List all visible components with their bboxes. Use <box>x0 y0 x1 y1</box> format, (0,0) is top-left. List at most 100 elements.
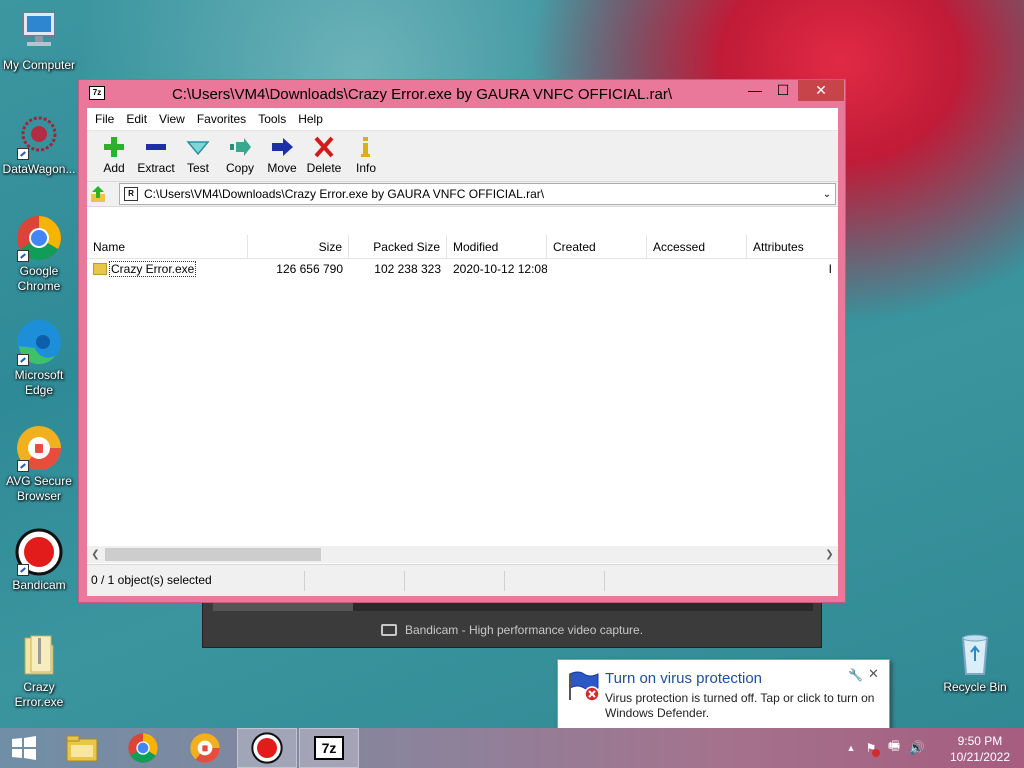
taskbar-file-explorer[interactable] <box>52 728 112 768</box>
address-bar[interactable]: R C:\Users\VM4\Downloads\Crazy Error.exe… <box>119 183 836 205</box>
cell-attributes: I <box>828 262 832 276</box>
cell-name[interactable]: Crazy Error.exe <box>87 261 248 277</box>
desktop-icon-recycle-bin[interactable]: Recycle Bin <box>937 630 1013 695</box>
add-button[interactable]: Add <box>93 131 135 175</box>
test-icon <box>186 136 210 158</box>
taskbar-chrome[interactable] <box>113 728 173 768</box>
address-row: R C:\Users\VM4\Downloads\Crazy Error.exe… <box>87 182 838 207</box>
taskbar-avg-browser[interactable] <box>175 728 235 768</box>
column-header-name[interactable]: Name <box>87 235 248 258</box>
desktop-icon-label: DataWagon... <box>2 162 76 176</box>
scroll-left-icon[interactable]: ❮ <box>87 546 104 563</box>
extract-button[interactable]: Extract <box>135 131 177 175</box>
desktop-icon-my-computer[interactable]: My Computer <box>1 8 77 73</box>
window-client: File Edit View Favorites Tools Help Add … <box>87 108 838 596</box>
address-text[interactable]: C:\Users\VM4\Downloads\Crazy Error.exe b… <box>144 187 819 201</box>
status-cell-4 <box>505 571 605 591</box>
chrome-icon <box>15 214 63 262</box>
taskbar-clock[interactable]: 9:50 PM 10/21/2022 <box>950 733 1010 765</box>
menu-help[interactable]: Help <box>292 112 329 126</box>
test-label: Test <box>186 161 209 175</box>
info-button[interactable]: Info <box>345 131 387 175</box>
desktop-icon-bandicam[interactable]: Bandicam <box>1 528 77 593</box>
datawagon-icon <box>15 112 63 160</box>
sevenzip-icon: 7z <box>314 736 344 760</box>
network-icon[interactable]: 🖷 <box>882 737 906 759</box>
desktop-icon-label: Recycle Bin <box>943 680 1007 694</box>
window-titlebar[interactable]: 7z C:\Users\VM4\Downloads\Crazy Error.ex… <box>79 80 845 108</box>
desktop-icon-datawagon[interactable]: DataWagon... <box>1 112 77 177</box>
window-title: C:\Users\VM4\Downloads\Crazy Error.exe b… <box>171 86 673 103</box>
sevenzip-app-icon[interactable]: 7z <box>89 86 105 100</box>
scroll-right-icon[interactable]: ❯ <box>821 546 838 563</box>
chevron-down-icon[interactable]: ⌄ <box>819 189 835 200</box>
desktop-icon-label: Google Chrome <box>17 264 61 293</box>
cell-modified: 2020-10-12 12:08 <box>453 262 547 276</box>
avg-browser-icon <box>15 424 63 472</box>
menu-favorites[interactable]: Favorites <box>191 112 252 126</box>
maximize-button[interactable]: ☐ <box>769 80 797 101</box>
move-label: Move <box>267 161 297 175</box>
avg-browser-icon <box>190 733 220 763</box>
bandicam-icon <box>251 732 283 764</box>
notification-close-icon[interactable]: ✕ <box>868 666 879 682</box>
desktop-icon-crazy-error[interactable]: Crazy Error.exe <box>1 630 77 710</box>
extract-icon <box>144 136 168 158</box>
system-tray: ▲ ⚑ 🖷 🔊 <box>842 728 928 768</box>
taskbar-sevenzip[interactable]: 7z <box>299 728 359 768</box>
column-header-size[interactable]: Size <box>248 235 349 258</box>
desktop-icon-label: Microsoft Edge <box>14 368 64 397</box>
desktop-icon-avg-secure-browser[interactable]: AVG Secure Browser <box>1 424 77 504</box>
extract-label: Extract <box>137 161 175 175</box>
column-header-accessed[interactable]: Accessed <box>647 235 747 258</box>
notification-title: Turn on virus protection <box>605 670 763 687</box>
edge-icon <box>15 318 63 366</box>
column-header-modified[interactable]: Modified <box>447 235 547 258</box>
archive-icon: R <box>124 187 138 201</box>
delete-button[interactable]: Delete <box>303 131 345 175</box>
shortcut-arrow-icon <box>17 250 29 262</box>
clock-date: 10/21/2022 <box>949 750 1010 764</box>
shortcut-arrow-icon <box>17 354 29 366</box>
wrench-icon[interactable]: 🔧 <box>848 668 863 682</box>
column-header-attributes[interactable]: Attributes <box>747 235 838 258</box>
computer-icon <box>15 8 63 56</box>
column-header-packed-size[interactable]: Packed Size <box>349 235 447 258</box>
table-row[interactable]: Crazy Error.exe 126 656 790 102 238 323 … <box>87 259 838 279</box>
menu-edit[interactable]: Edit <box>120 112 153 126</box>
scroll-thumb[interactable] <box>105 548 321 561</box>
copy-button[interactable]: Copy <box>219 131 261 175</box>
test-button[interactable]: Test <box>177 131 219 175</box>
up-folder-icon[interactable] <box>89 184 109 204</box>
taskbar: 7z ▲ ⚑ 🖷 🔊 9:50 PM 10/21/2022 <box>0 728 1024 768</box>
desktop-icon-label: Crazy Error.exe <box>14 680 64 709</box>
file-name[interactable]: Crazy Error.exe <box>109 261 197 277</box>
taskbar-bandicam[interactable] <box>237 728 297 768</box>
cell-size: 126 656 790 <box>276 262 343 276</box>
menu-view[interactable]: View <box>153 112 191 126</box>
close-button[interactable]: ✕ <box>798 80 844 101</box>
menu-file[interactable]: File <box>89 112 120 126</box>
column-header-created[interactable]: Created <box>547 235 647 258</box>
bandicam-caption-row: Bandicam - High performance video captur… <box>203 623 821 637</box>
show-hidden-icons-icon[interactable]: ▲ <box>842 743 860 753</box>
desktop-icon-microsoft-edge[interactable]: Microsoft Edge <box>1 318 77 398</box>
sevenzip-window[interactable]: 7z C:\Users\VM4\Downloads\Crazy Error.ex… <box>78 79 846 603</box>
desktop-icon-google-chrome[interactable]: Google Chrome <box>1 214 77 294</box>
menu-tools[interactable]: Tools <box>252 112 292 126</box>
move-button[interactable]: Move <box>261 131 303 175</box>
bandicam-icon <box>15 528 63 576</box>
minimize-button[interactable]: — <box>741 80 769 101</box>
action-center-flag-icon[interactable]: ⚑ <box>860 741 882 757</box>
virus-protection-notification[interactable]: Turn on virus protection Virus protectio… <box>557 659 890 729</box>
start-button[interactable] <box>0 728 48 768</box>
security-flag-icon <box>568 670 600 702</box>
status-bar: 0 / 1 object(s) selected <box>87 564 838 596</box>
volume-icon[interactable]: 🔊 <box>906 740 928 756</box>
shortcut-arrow-icon <box>17 148 29 160</box>
file-list[interactable]: Name Size Packed Size Modified Created A… <box>87 235 838 563</box>
horizontal-scrollbar[interactable]: ❮ ❯ <box>87 546 838 563</box>
zip-folder-icon <box>15 630 63 678</box>
copy-label: Copy <box>225 161 254 175</box>
shortcut-arrow-icon <box>17 460 29 472</box>
